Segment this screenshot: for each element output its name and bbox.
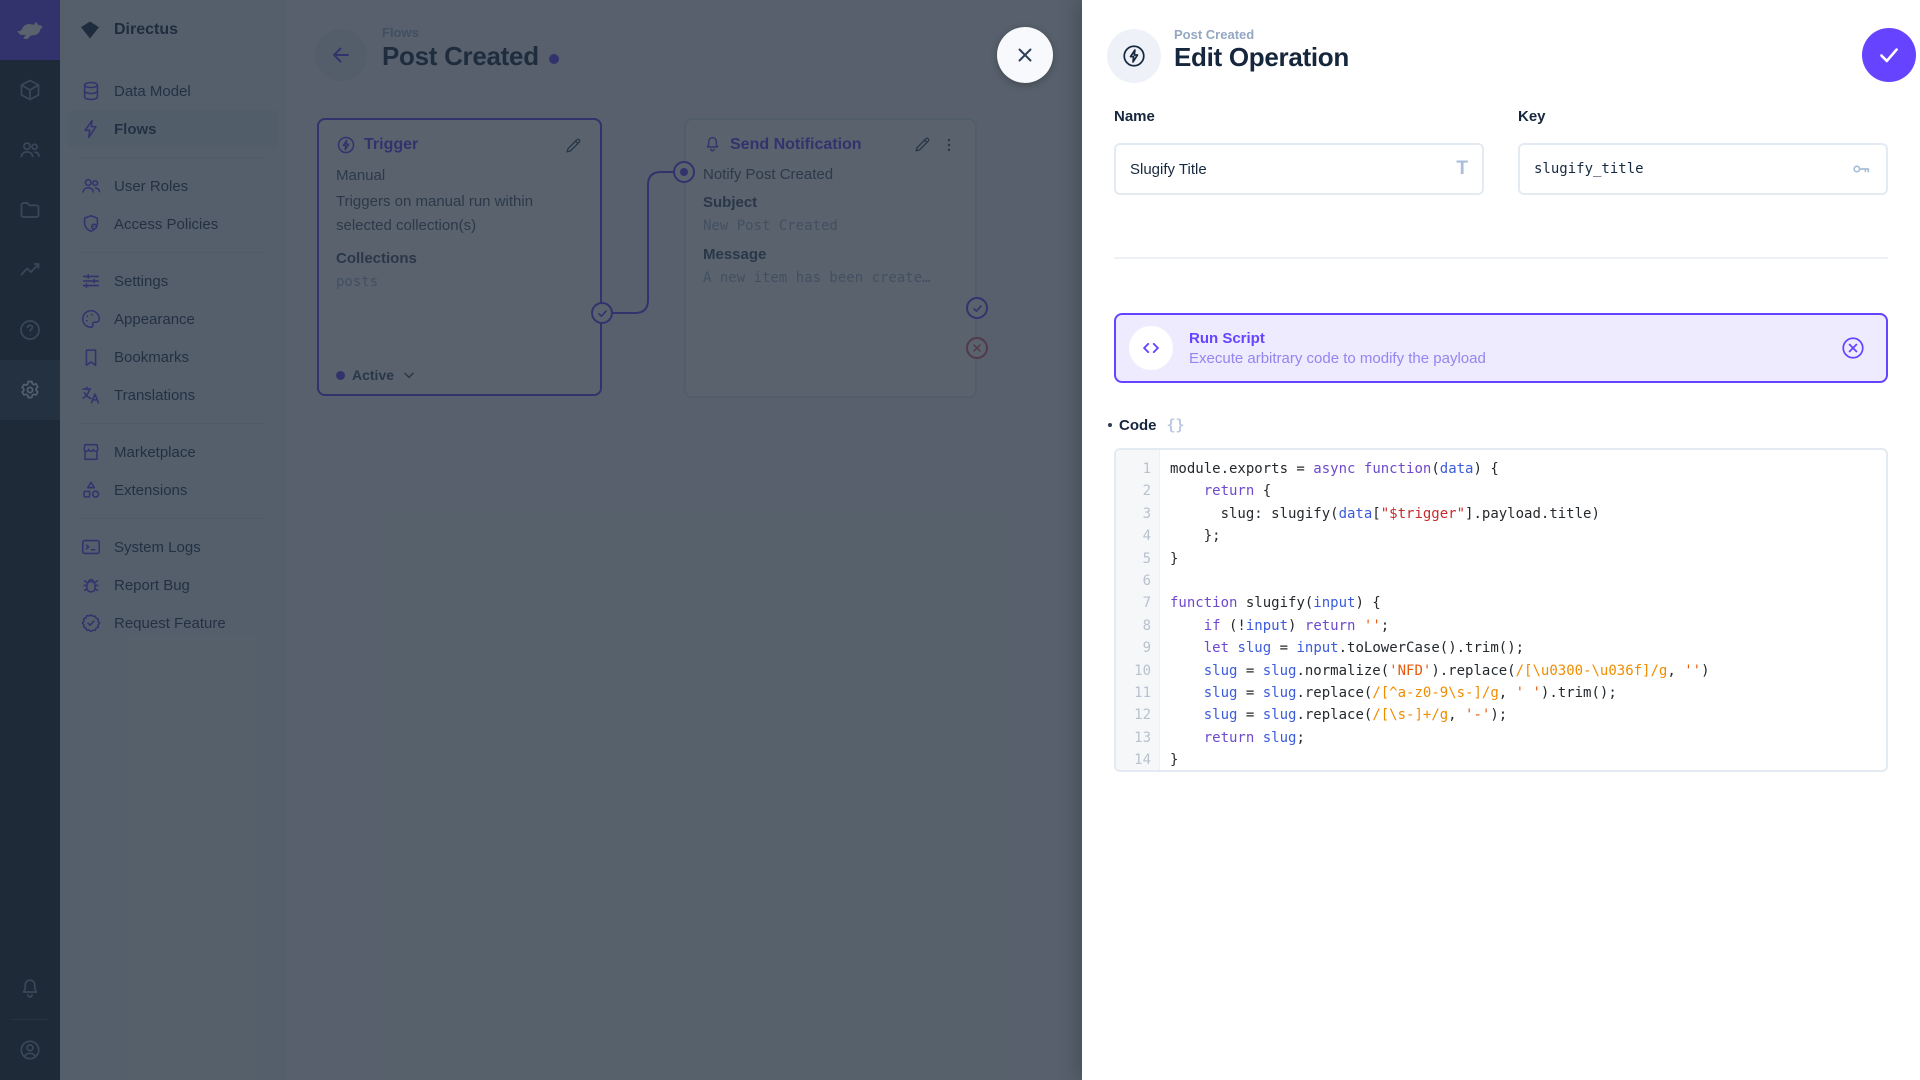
code-line[interactable]: 13 return slug; <box>1116 727 1886 749</box>
code-field-label: Code <box>1119 417 1157 434</box>
app-root: Directus Data Model Flows User Roles Acc… <box>0 0 1920 1080</box>
drawer-breadcrumb: Post Created <box>1174 27 1254 42</box>
title-icon: T <box>1456 158 1468 180</box>
drawer-title: Edit Operation <box>1174 42 1349 73</box>
code-icon <box>1129 326 1173 370</box>
run-script-title: Run Script <box>1189 330 1824 347</box>
remove-circle-icon[interactable] <box>1840 335 1866 361</box>
edit-operation-drawer: Post Created Edit Operation Name T Key R… <box>1082 0 1920 1080</box>
name-field: T <box>1114 143 1484 195</box>
key-field <box>1518 143 1888 195</box>
code-field-header: Code {} <box>1108 416 1185 434</box>
save-button[interactable] <box>1862 28 1916 82</box>
key-icon <box>1850 158 1872 180</box>
code-line[interactable]: 14} <box>1116 749 1886 771</box>
code-line[interactable]: 9 let slug = input.toLowerCase().trim(); <box>1116 637 1886 659</box>
bolt-circle-icon <box>1121 43 1147 69</box>
edited-dot <box>1108 423 1112 427</box>
code-line[interactable]: 11 slug = slug.replace(/[^a-z0-9\s-]/g, … <box>1116 682 1886 704</box>
code-line[interactable]: 10 slug = slug.normalize('NFD').replace(… <box>1116 660 1886 682</box>
check-icon <box>1876 42 1902 68</box>
name-input[interactable] <box>1130 161 1446 178</box>
divider <box>1114 257 1888 259</box>
code-line[interactable]: 7function slugify(input) { <box>1116 592 1886 614</box>
code-editor[interactable]: 1module.exports = async function(data) {… <box>1114 448 1888 772</box>
braces-icon: {} <box>1167 416 1185 434</box>
run-script-subtitle: Execute arbitrary code to modify the pay… <box>1189 350 1824 367</box>
operation-type-button[interactable] <box>1107 29 1161 83</box>
code-line[interactable]: 2 return { <box>1116 480 1886 502</box>
close-drawer-button[interactable] <box>997 27 1053 83</box>
overlay-scrim[interactable] <box>0 0 1082 1080</box>
close-icon <box>1013 43 1037 67</box>
run-script-texts: Run Script Execute arbitrary code to mod… <box>1189 330 1824 367</box>
key-input[interactable] <box>1534 161 1840 177</box>
name-field-label: Name <box>1114 108 1155 125</box>
code-line[interactable]: 8 if (!input) return ''; <box>1116 615 1886 637</box>
code-line[interactable]: 3 slug: slugify(data["$trigger"].payload… <box>1116 503 1886 525</box>
code-line[interactable]: 5} <box>1116 548 1886 570</box>
code-line[interactable]: 4 }; <box>1116 525 1886 547</box>
code-line[interactable]: 12 slug = slug.replace(/[\s-]+/g, '-'); <box>1116 704 1886 726</box>
code-line[interactable]: 6 <box>1116 570 1886 592</box>
run-script-panel[interactable]: Run Script Execute arbitrary code to mod… <box>1114 313 1888 383</box>
code-line[interactable]: 1module.exports = async function(data) { <box>1116 458 1886 480</box>
code-lines: 1module.exports = async function(data) {… <box>1116 450 1886 772</box>
key-field-label: Key <box>1518 108 1546 125</box>
